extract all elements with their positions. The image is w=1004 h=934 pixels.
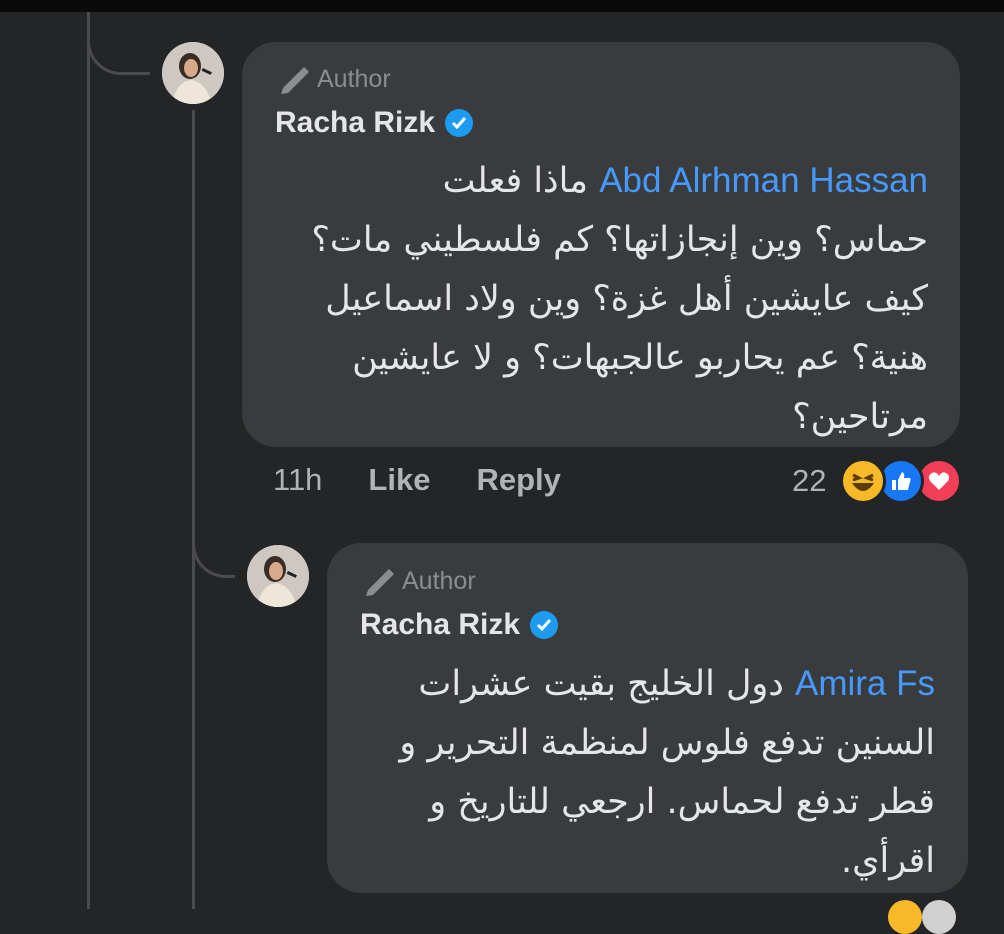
reply-commenter-name[interactable]: Racha Rizk — [360, 608, 520, 642]
reply-line-4: اقرأي. — [840, 841, 935, 881]
verified-badge-icon — [530, 611, 559, 639]
reply-line-1: Amira Fs دول الخليج بقيت عشرات — [418, 664, 935, 704]
top-edge-bar — [0, 0, 1004, 12]
thread-connector-reply — [192, 510, 235, 578]
reply-author-tag: Author — [362, 566, 476, 596]
pen-icon — [281, 67, 309, 94]
avatar-photo — [247, 545, 309, 607]
reply-line-3: قطر تدفع لحماس. ارجعي للتاريخ و — [429, 782, 935, 822]
comment-line-5: مرتاحين؟ — [792, 397, 928, 437]
avatar[interactable] — [162, 42, 224, 104]
reaction-count: 22 — [792, 463, 827, 498]
comment-timestamp[interactable]: 11h — [273, 462, 322, 498]
commenter-name[interactable]: Racha Rizk — [275, 106, 435, 140]
reply-avatar[interactable] — [247, 545, 309, 607]
next-reactions-partial — [888, 900, 968, 934]
comment-text: Abd Alrhman Hassan ماذا فعلت حماس؟ وين إ… — [262, 151, 928, 447]
thread-line-outer — [87, 12, 90, 909]
reply-name-row: Racha Rizk — [360, 608, 559, 642]
comment-line-4: هنية؟ عم يحاربو عالجبهات؟ و لا عايشين — [352, 338, 928, 378]
commenter-name-row: Racha Rizk — [275, 106, 474, 140]
mention-link[interactable]: Amira Fs — [795, 664, 935, 703]
pen-icon — [366, 569, 394, 596]
comment-line-1: Abd Alrhman Hassan ماذا فعلت — [442, 161, 928, 201]
author-tag: Author — [277, 64, 391, 94]
haha-reaction-icon — [840, 458, 887, 504]
verified-badge-icon — [445, 109, 474, 137]
reply-text: Amira Fs دول الخليج بقيت عشرات السنين تد… — [345, 654, 935, 891]
thread-connector-comment — [87, 12, 150, 75]
reactions-summary[interactable]: 22 — [792, 458, 963, 504]
author-tag-label: Author — [317, 64, 391, 93]
mention-link[interactable]: Abd Alrhman Hassan — [599, 161, 928, 200]
reply-button[interactable]: Reply — [476, 462, 560, 498]
avatar-photo — [162, 42, 224, 104]
reply-line-2: السنين تدفع فلوس لمنظمة التحرير و — [399, 723, 935, 763]
comment-line-3: كيف عايشين أهل غزة؟ وين ولاد اسماعيل — [325, 279, 928, 319]
comment-actions: 11h Like Reply — [273, 462, 561, 498]
author-tag-label: Author — [402, 566, 476, 595]
comment-line-2: حماس؟ وين إنجازاتها؟ كم فلسطيني مات؟ — [311, 220, 928, 260]
like-button[interactable]: Like — [368, 462, 430, 498]
